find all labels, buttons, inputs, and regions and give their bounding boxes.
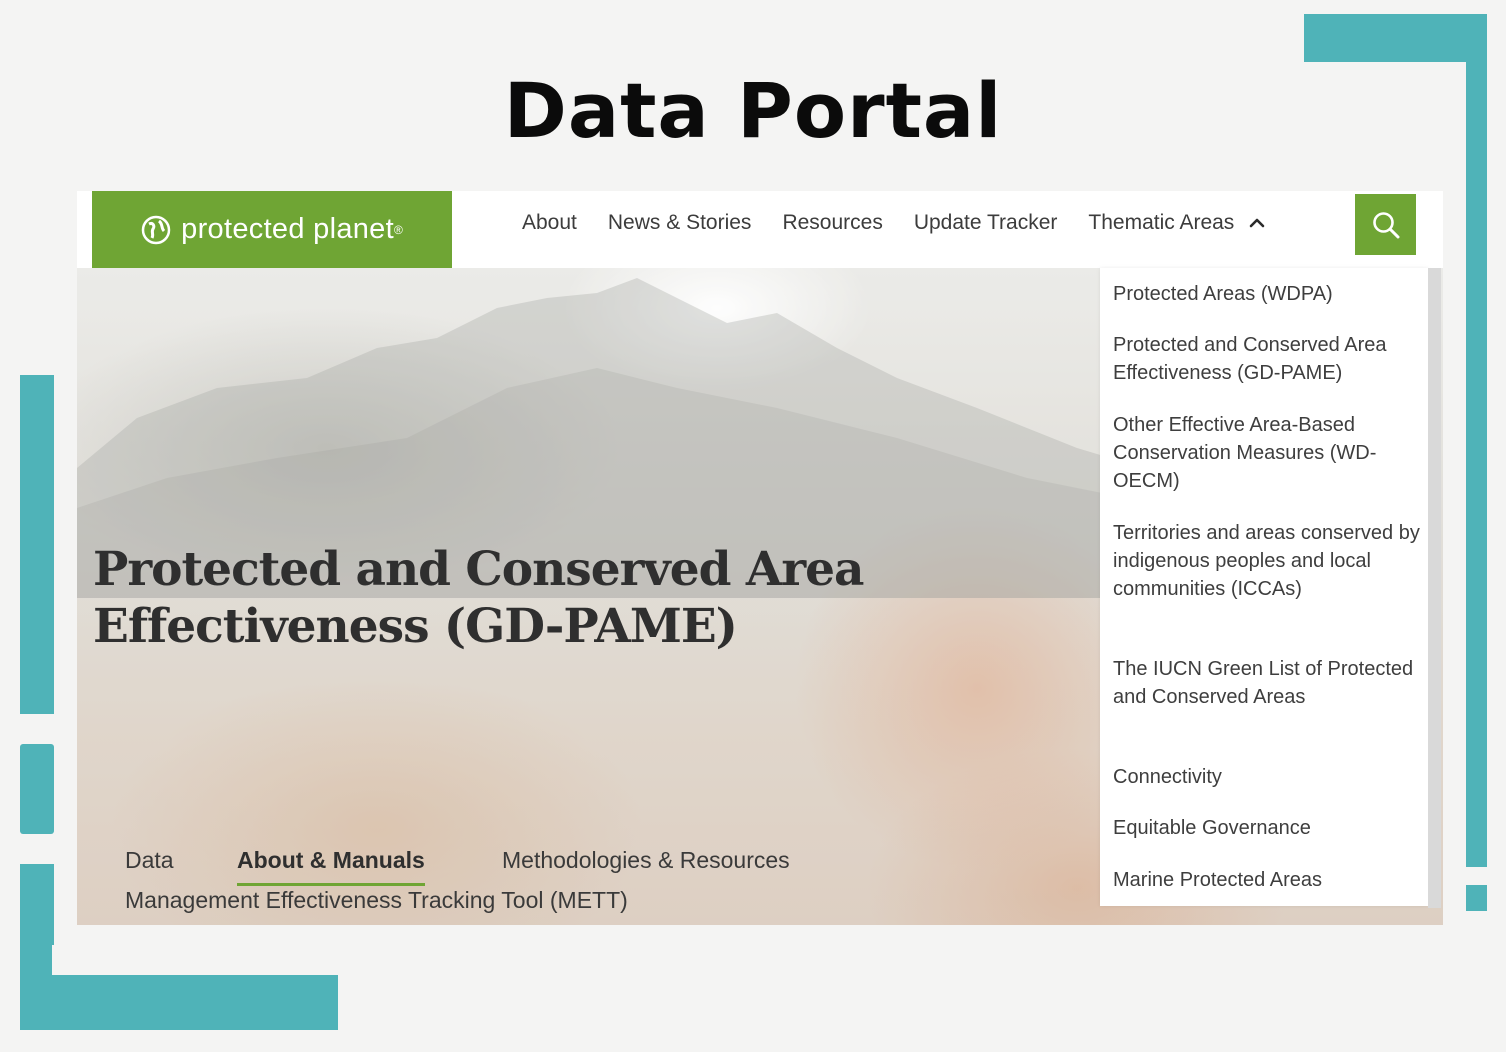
search-icon [1372, 211, 1399, 238]
tab-data[interactable]: Data [125, 847, 174, 874]
globe-icon [141, 215, 171, 244]
dropdown-item-wdpa[interactable]: Protected Areas (WDPA) [1113, 280, 1423, 308]
nav-news-stories[interactable]: News & Stories [608, 211, 752, 235]
page-title-line-2: Effectiveness (GD-PAME) [93, 599, 738, 654]
logo-registered-mark: ® [393, 222, 403, 237]
dropdown-item-connectivity[interactable]: Connectivity [1113, 763, 1423, 791]
nav-resources[interactable]: Resources [782, 211, 882, 235]
teal-frame-right-square [1466, 885, 1487, 911]
dropdown-scrollbar[interactable] [1428, 268, 1441, 908]
search-button[interactable] [1355, 194, 1416, 255]
dropdown-item-gd-pame[interactable]: Protected and Conserved Area Effectivene… [1113, 331, 1423, 387]
dropdown-item-iccas[interactable]: Territories and areas conserved by indig… [1113, 519, 1423, 603]
teal-frame-left-upper [20, 375, 54, 714]
nav-thematic-areas-label: Thematic Areas [1088, 211, 1235, 234]
frame-gap [52, 945, 338, 975]
active-tab-underline [237, 883, 425, 886]
slide-title: Data Portal [503, 66, 1003, 155]
teal-frame-left-middle [20, 744, 54, 834]
thematic-areas-dropdown: Protected Areas (WDPA) Protected and Con… [1100, 268, 1428, 906]
tab-about-manuals[interactable]: About & Manuals [237, 847, 425, 886]
nav-thematic-areas[interactable]: Thematic Areas [1088, 211, 1266, 235]
page-title-line-1: Protected and Conserved Area [93, 542, 864, 597]
nav-about[interactable]: About [522, 211, 577, 235]
page-title: Protected and Conserved Area Effectivene… [93, 541, 893, 655]
dropdown-item-green-list[interactable]: The IUCN Green List of Protected and Con… [1113, 655, 1423, 711]
tab-mett[interactable]: Management Effectiveness Tracking Tool (… [125, 887, 628, 914]
logo-text: protected planet [181, 213, 394, 245]
main-nav: About News & Stories Resources Update Tr… [522, 191, 1297, 255]
dropdown-item-wd-oecm[interactable]: Other Effective Area-Based Conservation … [1113, 411, 1423, 495]
nav-update-tracker[interactable]: Update Tracker [914, 211, 1058, 235]
protected-planet-logo[interactable]: protected planet ® [92, 191, 452, 268]
teal-frame-top [1304, 14, 1487, 62]
dropdown-item-equitable-governance[interactable]: Equitable Governance [1113, 814, 1423, 842]
chevron-up-icon [1250, 218, 1265, 228]
website-screenshot: protected planet ® About News & Stories … [77, 191, 1443, 925]
tab-methodologies-resources[interactable]: Methodologies & Resources [502, 847, 790, 874]
tab-about-manuals-label: About & Manuals [237, 847, 425, 873]
dropdown-item-marine-protected-areas[interactable]: Marine Protected Areas [1113, 866, 1423, 894]
